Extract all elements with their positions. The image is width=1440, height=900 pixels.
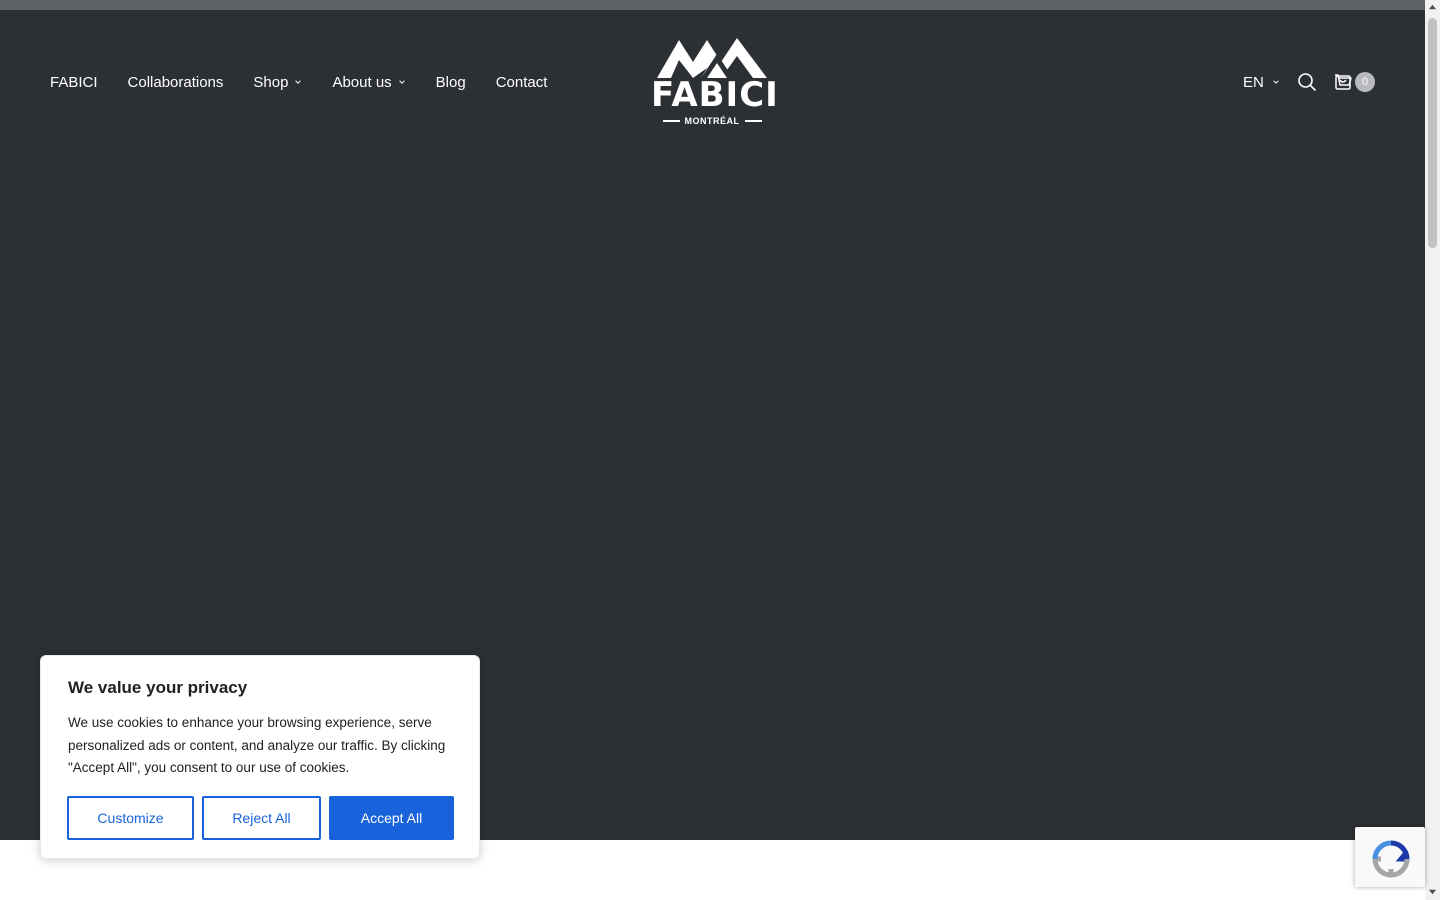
nav-item-collaborations[interactable]: Collaborations [128, 71, 224, 93]
site-logo[interactable]: FABICI MONTRÉAL [651, 36, 779, 130]
nav-item-about-us[interactable]: About us [332, 71, 405, 93]
accept-all-button[interactable]: Accept All [329, 796, 454, 840]
nav-label: Collaborations [127, 73, 224, 91]
top-strip [0, 0, 1425, 10]
recaptcha-icon [1372, 840, 1410, 878]
logo-rule [662, 120, 680, 122]
nav-item-fabici[interactable]: FABICI [50, 71, 98, 93]
cookie-title: We value your privacy [68, 678, 248, 697]
language-switcher[interactable]: EN [1243, 74, 1280, 91]
nav-label: Contact [495, 73, 548, 91]
mountain-logo-icon [657, 38, 767, 78]
cart-count-badge: 0 [1355, 72, 1375, 92]
logo-city: MONTRÉAL [684, 116, 740, 126]
chevron-down-icon [1273, 80, 1279, 84]
chevron-down-icon [398, 80, 405, 84]
nav-item-contact[interactable]: Contact [496, 71, 548, 93]
language-label: EN [1243, 73, 1264, 91]
logo-wordmark: FABICI [651, 75, 779, 115]
nav-item-blog[interactable]: Blog [436, 71, 466, 93]
cart-icon[interactable] [1333, 72, 1353, 92]
chevron-down-icon [295, 80, 302, 84]
customize-button[interactable]: Customize [67, 796, 194, 840]
nav-label: Blog [435, 73, 466, 91]
cookie-description: We use cookies to enhance your browsing … [68, 715, 446, 775]
nav-label: Shop [253, 73, 289, 91]
page-scrollbar[interactable] [1425, 0, 1440, 900]
nav-item-shop[interactable]: Shop [253, 71, 302, 93]
scrollbar-thumb[interactable] [1428, 18, 1437, 248]
logo-rule [744, 120, 762, 122]
nav-label: FABICI [50, 73, 98, 91]
nav-label: About us [332, 73, 392, 91]
main-nav: FABICI Collaborations Shop About us Blog… [50, 71, 547, 93]
scroll-down-arrow-icon[interactable] [1428, 887, 1437, 896]
scroll-up-arrow-icon[interactable] [1428, 3, 1437, 12]
logo-subtitle: MONTRÉAL [651, 116, 773, 126]
search-icon[interactable] [1297, 72, 1317, 92]
cookie-consent-dialog: We value your privacy We use cookies to … [40, 655, 480, 859]
reject-all-button[interactable]: Reject All [202, 796, 321, 840]
header-tools: EN 0 [1243, 70, 1375, 94]
recaptcha-badge[interactable] [1355, 827, 1425, 887]
